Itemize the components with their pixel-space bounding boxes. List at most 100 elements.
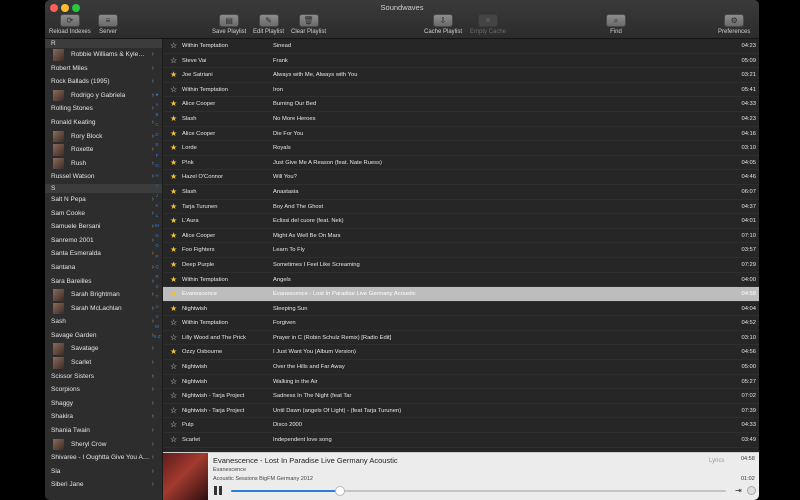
index-letter[interactable]: O xyxy=(152,241,162,251)
sidebar-item[interactable]: Robert Miles › xyxy=(45,62,162,76)
sidebar-item[interactable]: Santa Esmeralda › xyxy=(45,247,162,261)
track-row[interactable]: ★ Joe Satriani Always with Me, Always with… xyxy=(163,68,759,83)
index-letter[interactable]: U xyxy=(152,302,162,312)
seek-knob[interactable] xyxy=(334,486,345,496)
sidebar-item[interactable]: Sia › xyxy=(45,465,162,479)
track-row[interactable]: ★ Foo Fighters Learn To Fly 03:57 xyxy=(163,243,759,258)
index-letter[interactable]: D xyxy=(152,130,162,140)
star-filled-icon[interactable]: ★ xyxy=(170,287,177,302)
star-filled-icon[interactable]: ★ xyxy=(170,156,177,171)
next-track-icon[interactable]: ⇥ xyxy=(735,486,742,495)
track-row[interactable]: ★ Evanescence Evanescence - Lost In Paradi… xyxy=(163,287,759,302)
track-row[interactable]: ☆ Steve Vai Frank 05:09 xyxy=(163,54,759,69)
star-outline-icon[interactable]: ☆ xyxy=(170,375,177,390)
track-row[interactable]: ☆ Nightwish - Tarja Project Sadness In The… xyxy=(163,389,759,404)
lyrics-button[interactable]: Lyrics xyxy=(709,458,724,464)
sidebar-item[interactable]: Rory Block › xyxy=(45,130,162,144)
track-row[interactable]: ★ Lorde Royals 03:10 xyxy=(163,141,759,156)
sidebar-item[interactable]: Sam Cooke › xyxy=(45,207,162,221)
sidebar-item[interactable]: Salt N Pepa › xyxy=(45,193,162,207)
track-row[interactable]: ☆ Nightwish Over the Hills and Far Away 05:… xyxy=(163,360,759,375)
track-row[interactable]: ★ P!nk Just Give Me A Reason (feat. Nate R… xyxy=(163,156,759,171)
sidebar-item[interactable]: Savage Garden › xyxy=(45,329,162,343)
track-row[interactable]: ☆ Within Temptation Sinead 04:23 xyxy=(163,39,759,54)
index-letter[interactable]: J xyxy=(152,191,162,201)
star-outline-icon[interactable]: ☆ xyxy=(170,404,177,419)
track-row[interactable]: ☆ Lilly Wood and The Prick Prayer in C (Ro… xyxy=(163,331,759,346)
sidebar-item[interactable]: Russel Watson › xyxy=(45,170,162,184)
sidebar-item[interactable]: Rodrigo y Gabriela › xyxy=(45,89,162,103)
index-letter[interactable]: X-Z xyxy=(152,332,162,342)
sidebar-item[interactable]: Sheryl Crow › xyxy=(45,438,162,452)
track-row[interactable]: ★ Ozzy Osbourne I Just Want You (Album Ver… xyxy=(163,345,759,361)
index-letter[interactable]: M xyxy=(152,221,162,231)
index-letter[interactable]: H xyxy=(152,171,162,181)
star-filled-icon[interactable]: ★ xyxy=(170,97,177,112)
track-row[interactable]: ★ Nightwish Sleeping Sun 04:04 xyxy=(163,302,759,317)
sidebar-item[interactable]: Sarah Brightman › xyxy=(45,288,162,302)
index-letter[interactable]: T xyxy=(152,292,162,302)
index-letter[interactable]: I xyxy=(152,181,162,191)
track-row[interactable]: ☆ Scarlet Independent love song 03:49 xyxy=(163,433,759,448)
track-row[interactable]: ☆ Within Temptation Iron 05:41 xyxy=(163,83,759,98)
star-outline-icon[interactable]: ☆ xyxy=(170,54,177,69)
star-filled-icon[interactable]: ★ xyxy=(170,141,177,156)
track-row[interactable]: ★ Hazel O'Connor Will You? 04:46 xyxy=(163,170,759,185)
sidebar-item[interactable]: Scissor Sisters › xyxy=(45,370,162,384)
track-row[interactable]: ★ Slash No More Heroes 04:23 xyxy=(163,112,759,127)
seek-slider[interactable] xyxy=(231,486,726,496)
index-letter[interactable]: A xyxy=(152,100,162,110)
star-filled-icon[interactable]: ★ xyxy=(170,112,177,127)
star-outline-icon[interactable]: ☆ xyxy=(170,418,177,433)
alphabet-index[interactable]: ★ A B C D E F G H I J K L M N O P Q R S T U V W X-Z xyxy=(152,90,162,342)
reload-indexes-button[interactable]: ⟳ Reload Indexes xyxy=(49,14,91,35)
star-outline-icon[interactable]: ☆ xyxy=(170,316,177,331)
edit-playlist-button[interactable]: ✎ Edit Playlist xyxy=(253,14,284,35)
sidebar-item[interactable]: Rush › xyxy=(45,157,162,171)
star-filled-icon[interactable]: ★ xyxy=(170,68,177,83)
sidebar-item[interactable]: Sash › xyxy=(45,315,162,329)
index-letter[interactable]: R xyxy=(152,272,162,282)
sidebar-item[interactable]: Samuele Bersani › xyxy=(45,220,162,234)
star-filled-icon[interactable]: ★ xyxy=(170,170,177,185)
track-row[interactable]: ★ Slash Anastasia 06:07 xyxy=(163,185,759,200)
preferences-button[interactable]: ⚙ Preferences xyxy=(718,14,750,35)
index-letter[interactable]: N xyxy=(152,231,162,241)
cache-playlist-button[interactable]: ⇩ Cache Playlist xyxy=(424,14,462,35)
volume-icon[interactable] xyxy=(747,486,756,495)
pause-button[interactable] xyxy=(214,486,222,495)
star-outline-icon[interactable]: ☆ xyxy=(170,433,177,448)
star-filled-icon[interactable]: ★ xyxy=(170,229,177,244)
track-row[interactable]: ★ Deep Purple Sometimes I Feel Like Scream… xyxy=(163,258,759,273)
star-filled-icon[interactable]: ★ xyxy=(170,243,177,258)
sidebar-item[interactable]: Santana › xyxy=(45,261,162,275)
index-letter[interactable]: Q xyxy=(152,262,162,272)
star-filled-icon[interactable]: ★ xyxy=(170,273,177,288)
sidebar-item[interactable]: Scarlet › xyxy=(45,356,162,370)
sidebar-item[interactable]: Shakira › xyxy=(45,410,162,424)
sidebar-item[interactable]: Siberi Jane › xyxy=(45,478,162,492)
track-row[interactable]: ★ Tarja Turunen Boy And The Ghost 04:37 xyxy=(163,200,759,215)
sidebar-item[interactable]: Sanremo 2001 › xyxy=(45,234,162,248)
sidebar-item[interactable]: Shivaree - I Oughtta Give You A… › xyxy=(45,451,162,465)
star-outline-icon[interactable]: ☆ xyxy=(170,83,177,98)
index-letter[interactable]: P xyxy=(152,252,162,262)
save-playlist-button[interactable]: ▤ Save Playlist xyxy=(212,14,246,35)
sidebar-item[interactable]: Ronald Keating › xyxy=(45,116,162,130)
star-filled-icon[interactable]: ★ xyxy=(170,127,177,142)
sidebar-item[interactable]: Shania Twain › xyxy=(45,424,162,438)
star-filled-icon[interactable]: ★ xyxy=(170,258,177,273)
track-row[interactable]: ☆ Nightwish - Tarja Project Until Dawn (an… xyxy=(163,404,759,419)
track-row[interactable]: ☆ Within Temptation Forgiven 04:52 xyxy=(163,316,759,331)
index-letter[interactable]: W xyxy=(152,322,162,332)
clear-playlist-button[interactable]: 🗑 Clear Playlist xyxy=(291,14,326,35)
track-row[interactable]: ★ Alice Cooper Die For You 04:16 xyxy=(163,127,759,142)
sidebar-item[interactable]: Rock Ballads (1995) › xyxy=(45,75,162,89)
track-row[interactable]: ★ Alice Cooper Burning Our Bed 04:33 xyxy=(163,97,759,112)
track-row[interactable]: ★ Alice Cooper Might As Well Be On Mars 07:… xyxy=(163,229,759,244)
index-letter[interactable]: F xyxy=(152,151,162,161)
sidebar-item[interactable]: Sara Bareilles › xyxy=(45,275,162,289)
index-letter[interactable]: C xyxy=(152,120,162,130)
index-letter[interactable]: ★ xyxy=(152,90,162,100)
sidebar-item[interactable]: Robbie Williams & Kyle… › xyxy=(45,48,162,62)
